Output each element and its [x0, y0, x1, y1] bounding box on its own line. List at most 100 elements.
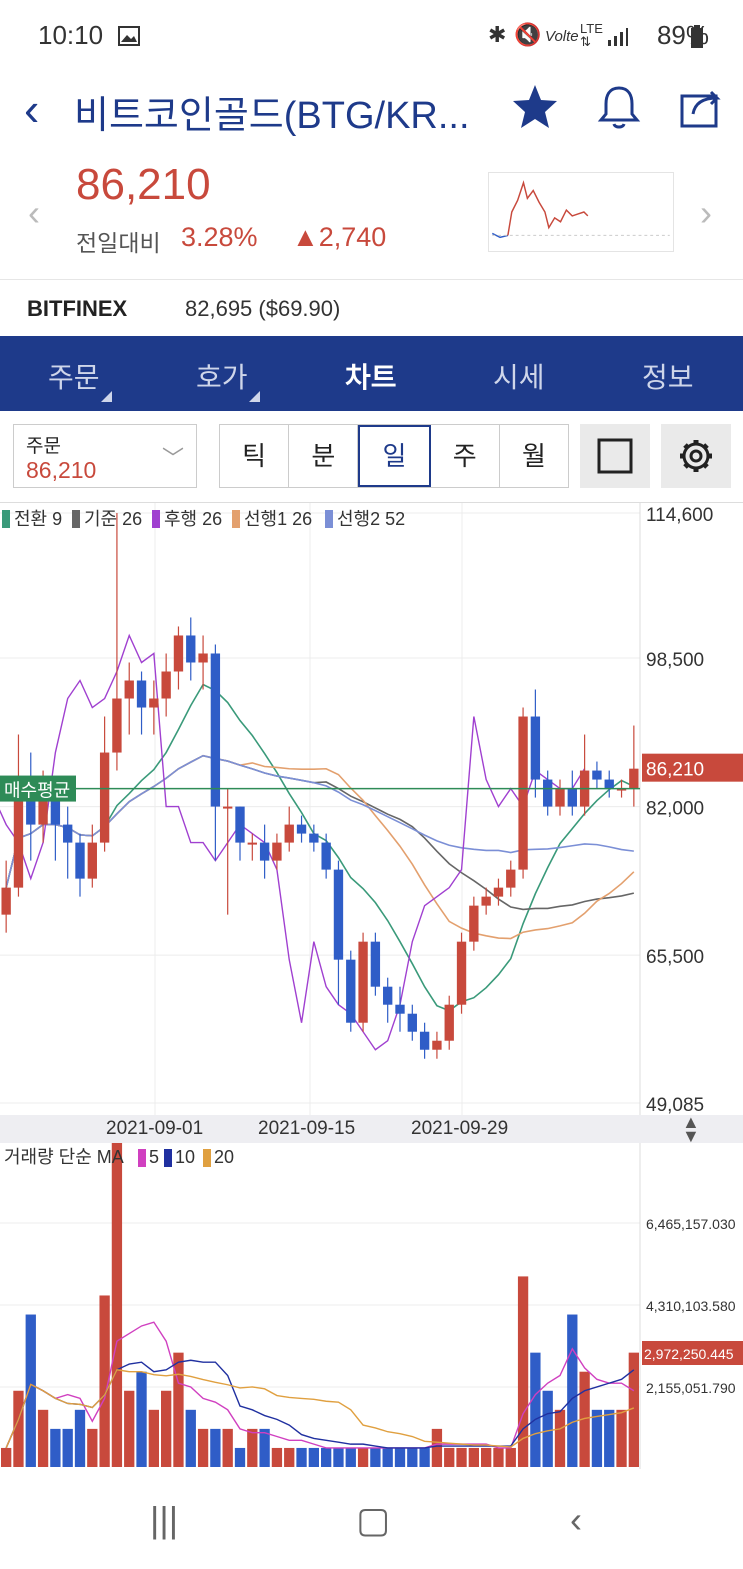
sparkline-chart[interactable]: [488, 172, 674, 252]
battery-icon: [691, 25, 703, 48]
y-tick-label: 65,500: [646, 947, 704, 968]
y-tick-label: 82,000: [646, 799, 704, 820]
volume-chart[interactable]: 6,465,157.030 4,310,103.580 2,155,051.790 2…: [0, 1143, 743, 1469]
order-dropdown-price: 86,210: [26, 457, 97, 483]
volume-bar: [345, 1447, 356, 1467]
prev-coin-arrow[interactable]: ‹: [28, 192, 40, 234]
android-nav-bar: ||| ▢ ‹: [0, 1469, 743, 1569]
recent-apps-icon[interactable]: |||: [150, 1499, 178, 1541]
candle-body: [284, 824, 294, 843]
tab-chart[interactable]: 차트: [345, 356, 397, 396]
candle-body: [149, 698, 159, 708]
legend-swatch: [152, 510, 160, 528]
volume-bar: [74, 1409, 86, 1467]
image-icon: [118, 26, 140, 46]
period-minute[interactable]: 분: [289, 425, 359, 487]
candle-body: [567, 788, 577, 807]
tab-info[interactable]: 정보: [642, 356, 694, 396]
candle-body: [198, 653, 208, 663]
candle-body: [518, 716, 528, 870]
fullscreen-button[interactable]: [580, 424, 650, 488]
candle-body: [235, 806, 245, 843]
status-bar: 10:10 89% LTE ⇅ Volte 🔇 ✱: [0, 0, 743, 70]
tab-quotes[interactable]: 시세: [493, 356, 545, 396]
candle-body: [63, 824, 73, 843]
candle-body: [358, 941, 368, 1023]
bluetooth-icon: ✱: [488, 22, 507, 47]
y-tick-label: 114,600: [646, 505, 713, 526]
order-dropdown[interactable]: 주문 86,210 ﹀: [13, 424, 197, 488]
volume-bar: [136, 1371, 147, 1467]
volume-bar: [431, 1428, 443, 1467]
legend-swatch: [2, 510, 10, 528]
candle-body: [419, 1031, 430, 1050]
period-month[interactable]: 월: [500, 425, 568, 487]
volume-bar: [111, 1143, 123, 1467]
volume-bar: [25, 1314, 36, 1467]
volume-bar: [259, 1428, 270, 1467]
tab-order[interactable]: 주문: [48, 356, 112, 402]
candle-body: [493, 887, 504, 897]
star-icon[interactable]: [510, 82, 560, 132]
volume-bar: [382, 1447, 393, 1467]
square-icon: [597, 438, 633, 474]
x-axis-bar: 2021-09-01 2021-09-15 2021-09-29 ▲ ▼: [0, 1113, 743, 1145]
volume-bar: [567, 1314, 578, 1467]
candle-body: [395, 1004, 405, 1014]
candle-body: [136, 680, 147, 708]
period-day[interactable]: 일: [358, 425, 431, 487]
volume-current-label: 2,972,250.445: [644, 1346, 734, 1362]
candle-body: [432, 1040, 442, 1050]
candle-body: [1, 887, 11, 915]
avg-buy-label: 매수평균: [4, 781, 70, 801]
volume-bar: [1, 1447, 12, 1467]
tab-bar: 주문 호가 차트 시세 정보: [0, 336, 743, 411]
candle-body: [530, 716, 541, 780]
price-chart[interactable]: 114,60098,50082,00065,50049,085매수평균86,21…: [0, 503, 743, 1115]
volume-bar: [468, 1447, 479, 1467]
volume-bar: [616, 1409, 627, 1467]
volume-bar: [197, 1428, 209, 1467]
volume-bar: [161, 1390, 172, 1467]
volume-bar: [444, 1447, 455, 1467]
exchange-price: 82,695 ($69.90): [185, 296, 341, 321]
legend-label: 선행1 26: [244, 509, 312, 529]
volume-bar: [271, 1447, 283, 1467]
volume-bar: [124, 1390, 135, 1467]
volume-bar: [50, 1428, 61, 1467]
volume-y-label: 4,310,103.580: [646, 1298, 736, 1314]
back-icon[interactable]: ‹: [24, 82, 39, 136]
resize-handle-icon[interactable]: ▲ ▼: [682, 1113, 700, 1145]
bell-icon[interactable]: [594, 82, 644, 132]
legend-label: 20: [214, 1147, 234, 1167]
candle-body: [383, 986, 393, 1005]
volume-bar: [37, 1409, 49, 1467]
volume-y-label: 2,155,051.790: [646, 1380, 736, 1396]
period-week[interactable]: 주: [431, 425, 500, 487]
tab-orderbook[interactable]: 호가: [196, 356, 260, 402]
change-label: 전일대비: [76, 230, 161, 256]
next-coin-arrow[interactable]: ›: [700, 192, 712, 234]
volume-bar: [481, 1447, 492, 1467]
share-icon[interactable]: [677, 82, 727, 132]
legend-label: 전환 9: [14, 509, 62, 529]
candle-body: [99, 752, 110, 843]
legend-label: 기준 26: [84, 509, 142, 529]
x-axis-label: 2021-09-15: [258, 1118, 356, 1139]
volume-y-label: 6,465,157.030: [646, 1216, 736, 1232]
volume-bar: [357, 1447, 369, 1467]
x-axis-label: 2021-09-01: [106, 1118, 204, 1139]
volte-icon: Volte: [545, 28, 579, 45]
volume-bar: [308, 1447, 319, 1467]
candle-body: [604, 779, 614, 789]
settings-button[interactable]: [661, 424, 731, 488]
exchange-row: BITFINEX 82,695 ($69.90): [0, 282, 743, 336]
period-tick[interactable]: 틱: [220, 425, 290, 487]
volume-bar: [333, 1447, 344, 1467]
candle-body: [370, 941, 381, 987]
back-nav-icon[interactable]: ‹: [570, 1499, 582, 1541]
volume-bar: [419, 1447, 430, 1467]
legend-swatch: [138, 1149, 146, 1167]
home-icon[interactable]: ▢: [356, 1499, 390, 1541]
candle-body: [13, 788, 24, 888]
